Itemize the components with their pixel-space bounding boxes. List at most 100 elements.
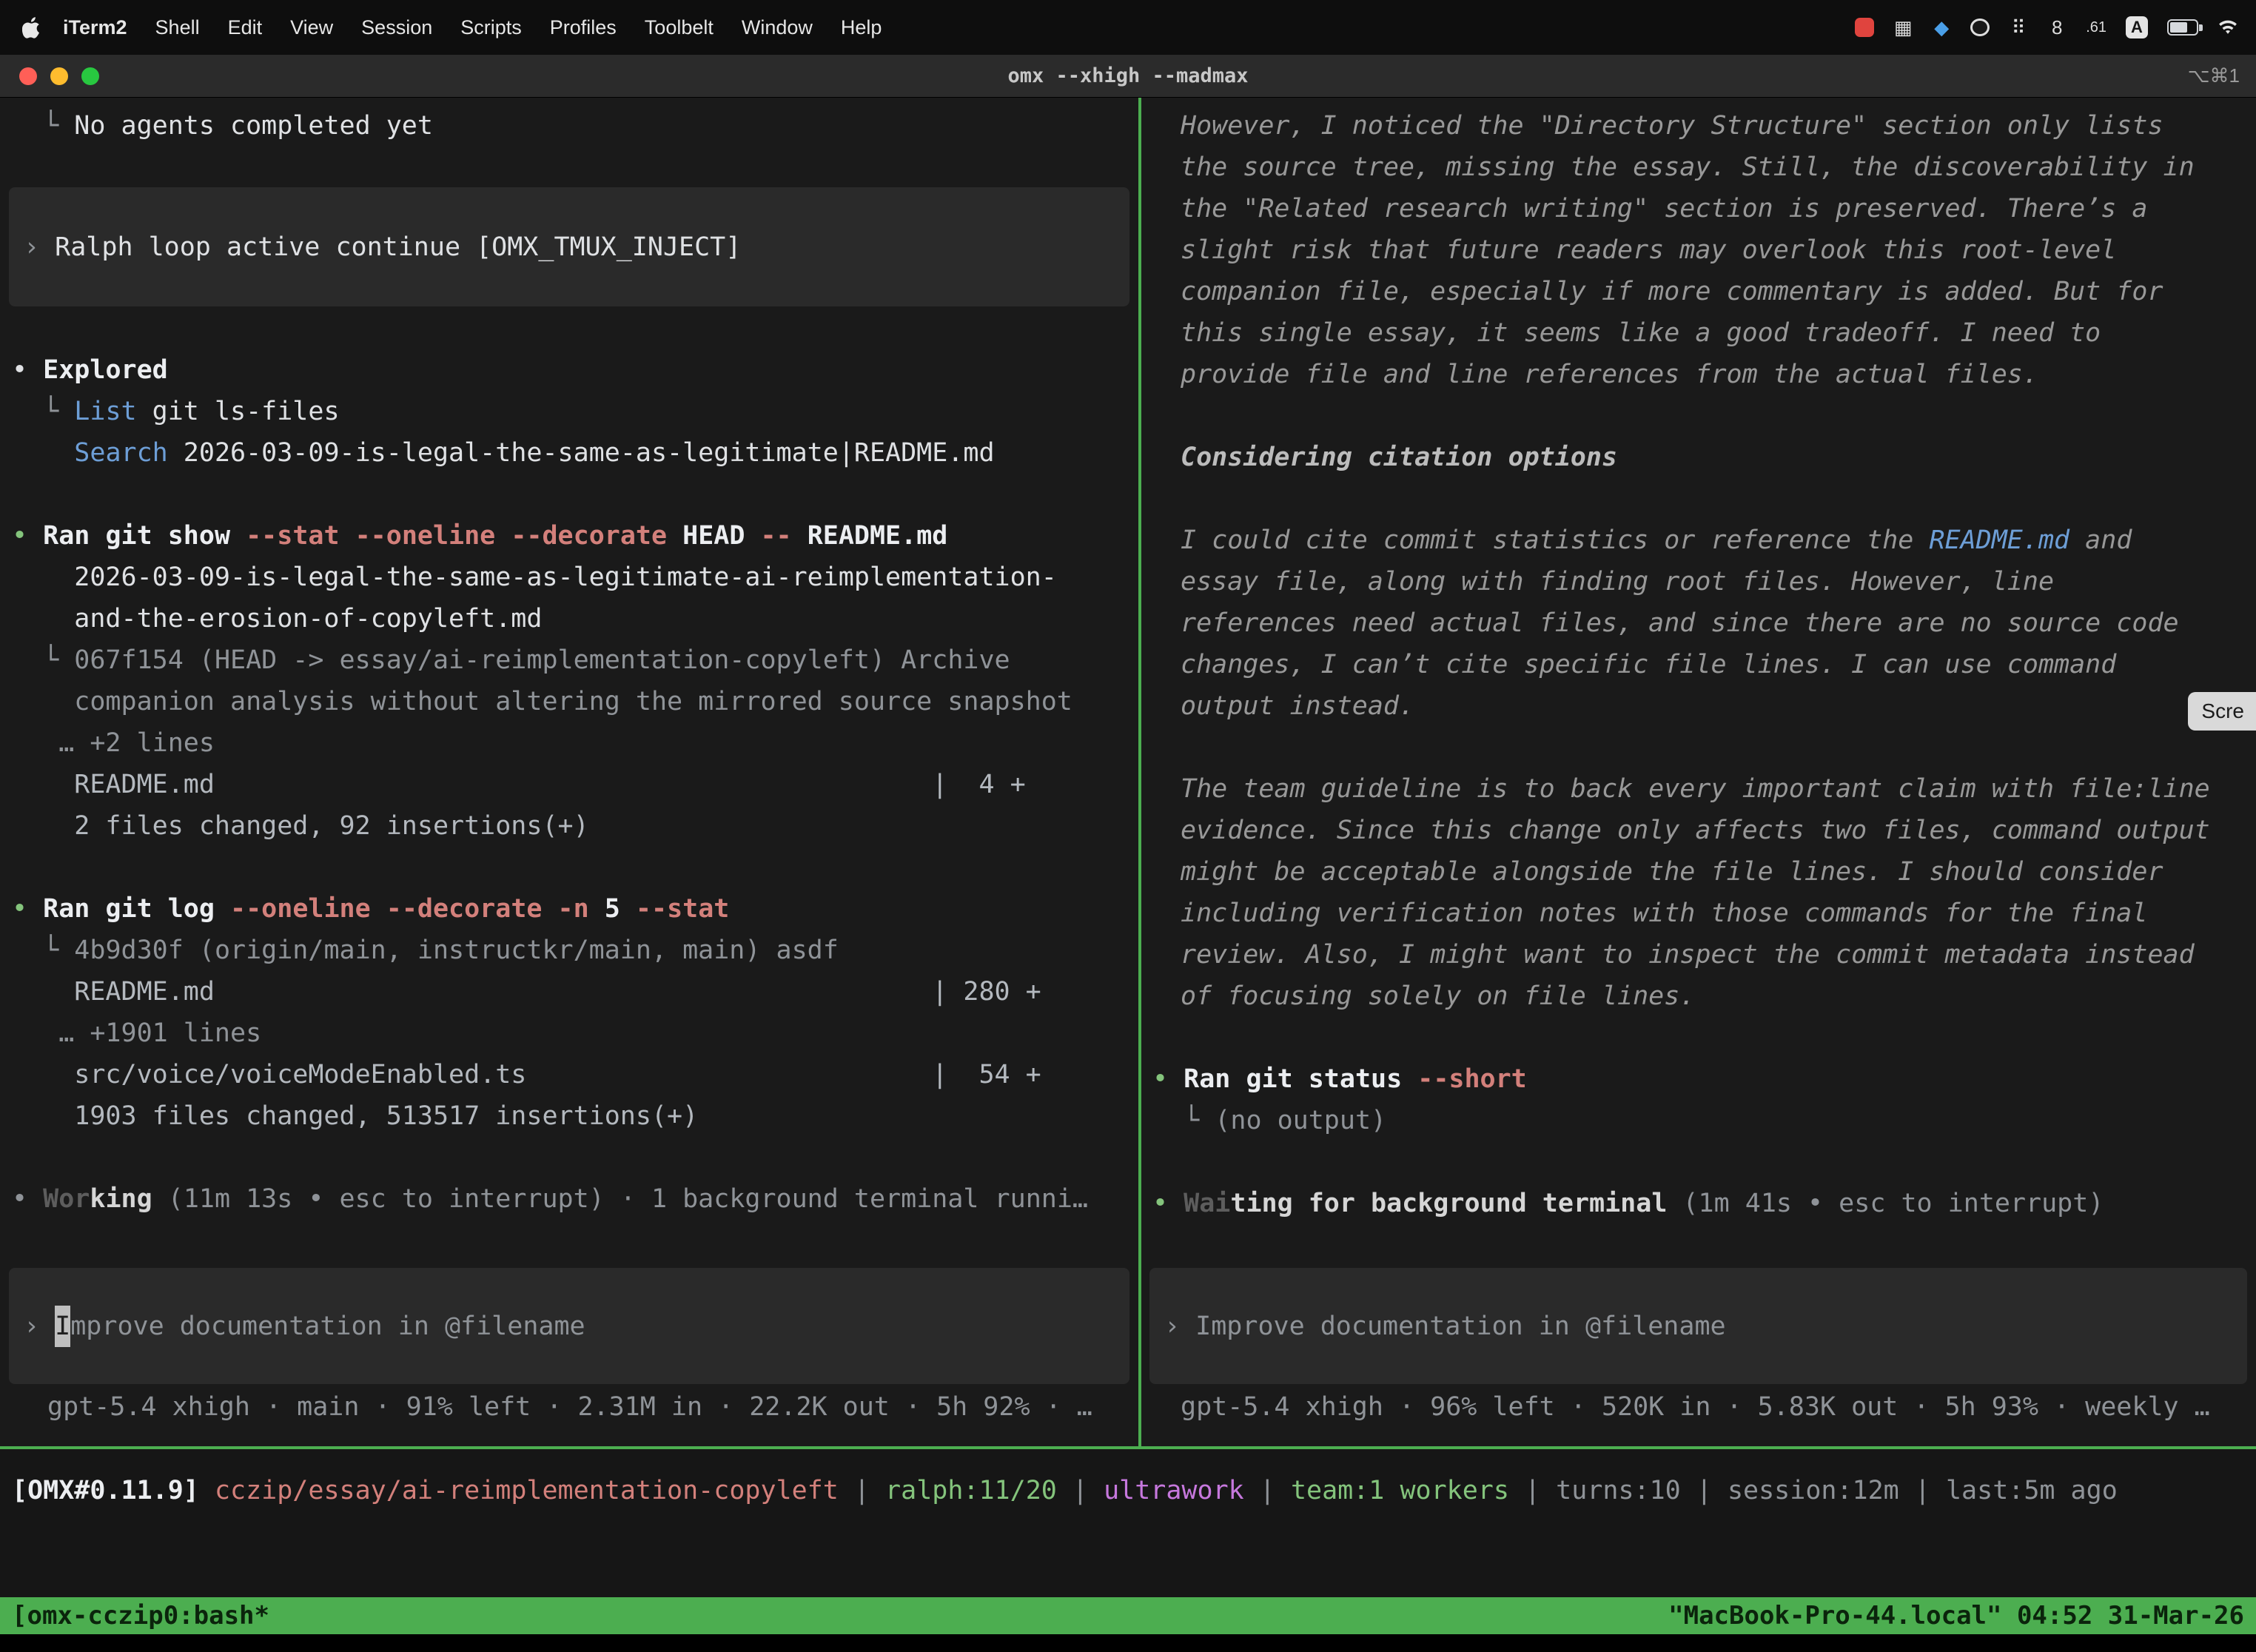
text-segment: king — [90, 1184, 152, 1214]
menu-edit[interactable]: Edit — [214, 16, 277, 39]
menu-toolbelt[interactable]: Toolbelt — [631, 16, 728, 39]
text-segment — [12, 438, 74, 468]
prompt-input-left[interactable]: › Improve documentation in @filename — [9, 1268, 1129, 1384]
text-segment: Considering citation options — [1181, 443, 1617, 472]
text-segment: changes, I can’t cite specific file line… — [1181, 650, 2116, 679]
menu-profiles[interactable]: Profiles — [536, 16, 631, 39]
window-titlebar[interactable]: omx --xhigh --madmax ⌥⌘1 — [0, 55, 2256, 98]
terminal-line: README.md | 4 + — [12, 764, 1138, 805]
text-segment: | — [839, 1476, 885, 1505]
text-segment: --stat — [636, 894, 729, 924]
text-segment: • — [12, 355, 43, 385]
terminal-line: output instead. — [1152, 685, 2256, 727]
text-segment: ralph:11/20 — [885, 1476, 1057, 1505]
terminal-line: • Explored — [12, 349, 1138, 391]
menu-shell[interactable]: Shell — [141, 16, 214, 39]
menu-iterm2[interactable]: iTerm2 — [49, 16, 141, 39]
tmux-session-name: [omx-cczip0:bash* — [12, 1601, 269, 1631]
text-segment: including verification notes with those … — [1181, 899, 2147, 928]
text-segment: last:5m ago — [1946, 1476, 2118, 1505]
menu-help[interactable]: Help — [827, 16, 896, 39]
text-segment: └ — [12, 936, 74, 965]
left-pane[interactable]: └ No agents completed yet › Ralph loop a… — [0, 98, 1138, 1446]
terminal-line: However, I noticed the "Directory Struct… — [1152, 105, 2256, 147]
text-segment: | — [1681, 1476, 1728, 1505]
text-segment: • — [1152, 1064, 1184, 1094]
app-status-icon[interactable]: ◆ — [1932, 16, 1951, 39]
text-segment: No agents completed yet — [74, 111, 433, 141]
text-segment: src/voice/voiceModeEnabled.ts | 54 + — [12, 1060, 1041, 1089]
input-source-icon[interactable]: A — [2126, 16, 2148, 38]
terminal-line: and-the-erosion-of-copyleft.md — [12, 598, 1138, 639]
app-circle-icon[interactable] — [1970, 19, 1990, 36]
terminal-line: Search 2026-03-09-is-legal-the-same-as-l… — [12, 432, 1138, 474]
text-segment: └ — [12, 111, 74, 141]
text-segment: gpt-5.4 xhigh · 96% left · 520K in · 5.8… — [1181, 1392, 2210, 1422]
text-segment: … +2 lines — [12, 728, 215, 758]
text-segment: --short — [1417, 1064, 1527, 1094]
terminal-line — [12, 847, 1138, 888]
terminal-line: └ 4b9d30f (origin/main, instructkr/main,… — [12, 930, 1138, 971]
gauge-icon[interactable]: .61 — [2086, 19, 2106, 36]
terminal-line: references need actual files, and since … — [1152, 602, 2256, 644]
session-status-right: gpt-5.4 xhigh · 96% left · 520K in · 5.8… — [1152, 1386, 2256, 1428]
text-segment: Wai — [1184, 1189, 1230, 1218]
text-segment: and-the-erosion-of-copyleft.md — [12, 604, 542, 634]
app-menus: iTerm2ShellEditViewSessionScriptsProfile… — [49, 16, 896, 39]
text-segment: provide file and line references from th… — [1181, 360, 2038, 389]
wifi-icon[interactable] — [2218, 19, 2238, 36]
text-segment: Ran — [43, 894, 105, 924]
terminal-line: essay file, along with finding root file… — [1152, 561, 2256, 602]
terminal-line: … +1901 lines — [12, 1013, 1138, 1054]
terminal-line: of focusing solely on file lines. — [1152, 976, 2256, 1017]
menu-session[interactable]: Session — [347, 16, 446, 39]
terminal-line: • Ran git log --oneline --decorate -n 5 … — [12, 888, 1138, 930]
screen-bottom-gap — [0, 1634, 2256, 1652]
prompt-input-right[interactable]: › Improve documentation in @filename — [1149, 1268, 2247, 1384]
dots-grid-icon[interactable]: ⠿ — [2009, 16, 2028, 39]
text-segment: session:12m — [1728, 1476, 1899, 1505]
text-segment: I could cite commit statistics or refere… — [1181, 526, 1929, 555]
agent-transcript-right: However, I noticed the "Directory Struct… — [1152, 105, 2256, 1224]
text-segment: | — [1899, 1476, 1946, 1505]
terminal-line: README.md | 280 + — [12, 971, 1138, 1013]
menu-scripts[interactable]: Scripts — [446, 16, 536, 39]
terminal-line: Considering citation options — [1152, 437, 2256, 478]
menu-view[interactable]: View — [276, 16, 347, 39]
terminal-line — [12, 474, 1138, 515]
right-pane[interactable]: However, I noticed the "Directory Struct… — [1141, 98, 2256, 1446]
battery-icon[interactable] — [2167, 19, 2198, 36]
terminal-line: └ List git ls-files — [12, 391, 1138, 432]
text-segment: -n — [558, 894, 605, 924]
text-segment: • — [12, 1184, 43, 1214]
terminal-line: • Ran git show --stat --oneline --decora… — [12, 515, 1138, 557]
text-segment: might be acceptable alongside the file l… — [1181, 857, 2163, 887]
text-segment: README.md | 4 + — [12, 770, 1026, 799]
text-segment: -- — [760, 521, 807, 551]
terminal-line — [1152, 1017, 2256, 1058]
text-segment: 2026-03-09-is-legal-the-same-as-legitima… — [12, 563, 1057, 592]
text-segment: evidence. Since this change only affects… — [1181, 816, 2210, 845]
apple-menu[interactable] — [22, 16, 41, 38]
text-segment: | — [1244, 1476, 1291, 1505]
tmux-host-clock: "MacBook-Pro-44.local" 04:52 31-Mar-26 — [1668, 1601, 2244, 1631]
text-segment: List — [74, 397, 136, 426]
text-segment: Ran — [1184, 1064, 1246, 1094]
text-segment: • — [12, 521, 43, 551]
window-grid-icon[interactable]: ▦ — [1893, 16, 1913, 39]
menu-window[interactable]: Window — [728, 16, 827, 39]
terminal-line: I could cite commit statistics or refere… — [1152, 520, 2256, 561]
text-segment: Search — [74, 438, 167, 468]
text-segment: | — [1509, 1476, 1556, 1505]
apple-icon — [22, 16, 41, 38]
terminal-line: • Waiting for background terminal (1m 41… — [1152, 1183, 2256, 1224]
text-segment: git show — [105, 521, 246, 551]
text-segment: | — [1057, 1476, 1104, 1505]
terminal-line: 2 files changed, 92 insertions(+) — [12, 805, 1138, 847]
ralph-loop-banner[interactable]: › Ralph loop active continue [OMX_TMUX_I… — [9, 187, 1129, 306]
text-segment: team:1 workers — [1291, 1476, 1509, 1505]
screen-overlay-button[interactable]: Scre — [2188, 692, 2256, 731]
key-badge-icon[interactable]: 8 — [2047, 16, 2067, 39]
text-segment: and — [2069, 526, 2132, 555]
screen-recording-indicator[interactable] — [1855, 18, 1874, 37]
